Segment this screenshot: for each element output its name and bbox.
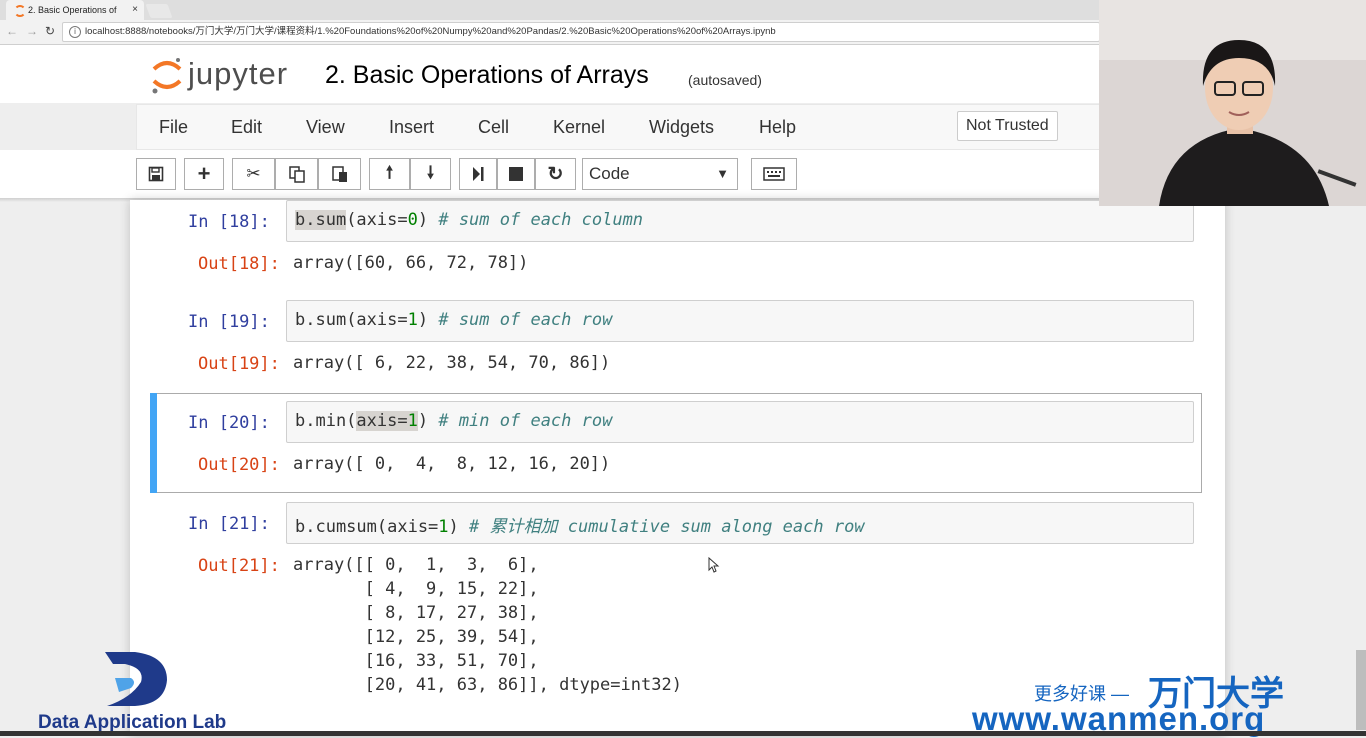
cell-type-select[interactable]: Code ▼ [582, 158, 738, 190]
paste-icon [331, 166, 347, 182]
selected-cell-indicator [150, 393, 157, 493]
code-comment: # min of each row [438, 411, 613, 431]
jupyter-logo-text: jupyter [188, 56, 289, 91]
code-text: b.sum(axis=1) # sum of each row [295, 310, 612, 330]
menubar: File Edit View Insert Cell Kernel Widget… [136, 104, 1100, 150]
code-editor[interactable]: b.min(axis=1) # min of each row [286, 401, 1194, 443]
run-button[interactable] [459, 158, 497, 190]
code-number: 0 [407, 210, 418, 230]
output-prompt: Out[21]: [198, 556, 280, 576]
presenter-video-icon [1099, 0, 1366, 206]
move-up-icon: 🠕 [385, 162, 394, 182]
new-tab-button[interactable] [145, 4, 173, 18]
code-comment: # 累计相加 cumulative sum along each row [469, 517, 865, 537]
input-prompt: In [18]: [188, 212, 270, 232]
reload-icon[interactable]: ↻ [45, 24, 55, 38]
stop-icon [509, 167, 523, 181]
output-prompt: Out[19]: [198, 354, 280, 374]
data-application-lab-logo-icon [105, 652, 167, 706]
code-token: ) [417, 411, 439, 431]
interrupt-button[interactable] [497, 158, 535, 190]
mouse-cursor-icon [708, 557, 720, 573]
url-text: localhost:8888/notebooks/万门大学/万门大学/课程资料/… [85, 26, 776, 37]
move-down-icon: 🠗 [426, 162, 435, 182]
chevron-down-icon: ▼ [716, 166, 729, 181]
copy-icon [288, 166, 305, 183]
jupyter-favicon-icon [14, 5, 26, 17]
cut-button[interactable]: ✂ [232, 158, 275, 190]
menu-file[interactable]: File [159, 117, 188, 138]
cell-output: array([[ 0, 1, 3, 6], [ 4, 9, 15, 22], [… [293, 555, 682, 695]
autosave-status: (autosaved) [688, 72, 762, 88]
tab-title: 2. Basic Operations of [28, 5, 117, 15]
code-editor[interactable]: b.sum(axis=1) # sum of each row [286, 300, 1194, 342]
info-icon[interactable]: i [69, 26, 81, 38]
output-prompt: Out[18]: [198, 254, 280, 274]
code-token: ) [417, 310, 439, 330]
keyboard-icon [763, 167, 785, 181]
code-number: 1 [438, 517, 449, 537]
jupyter-logo-icon[interactable] [150, 55, 184, 95]
restart-icon: ↻ [547, 163, 564, 185]
run-icon [473, 167, 484, 181]
code-token: b.sum [295, 310, 347, 330]
menu-view[interactable]: View [306, 117, 345, 138]
trust-button[interactable]: Not Trusted [957, 111, 1058, 141]
move-up-button[interactable]: 🠕 [369, 158, 410, 190]
bottom-strip [0, 731, 1366, 736]
browser-tab[interactable]: 2. Basic Operations of × [6, 0, 144, 20]
code-text: b.cumsum(axis=1) # 累计相加 cumulative sum a… [295, 512, 865, 537]
tab-close-icon[interactable]: × [132, 0, 138, 20]
code-comment: # sum of each row [438, 310, 613, 330]
code-token: (axis= [346, 210, 408, 230]
page-scrollbar[interactable] [1356, 650, 1366, 730]
cell-output: array([60, 66, 72, 78]) [293, 253, 529, 273]
webcam-overlay [1099, 0, 1366, 206]
restart-button[interactable]: ↻ [535, 158, 576, 190]
code-token: ) [448, 517, 470, 537]
notebook-container: In [18]: b.sum(axis=0) # sum of each col… [130, 200, 1225, 736]
input-prompt: In [21]: [188, 514, 270, 534]
notebook-title[interactable]: 2. Basic Operations of Arrays [325, 61, 649, 90]
code-token: b.sum [295, 210, 347, 230]
code-number: 1 [407, 411, 418, 431]
code-number: 1 [407, 310, 418, 330]
command-palette-button[interactable] [751, 158, 797, 190]
menu-edit[interactable]: Edit [231, 117, 262, 138]
code-text: b.min(axis=1) # min of each row [295, 411, 612, 431]
save-button[interactable] [136, 158, 176, 190]
cell-output: array([ 0, 4, 8, 12, 16, 20]) [293, 454, 611, 474]
forward-icon[interactable]: → [26, 24, 38, 38]
code-token: (axis= [346, 310, 408, 330]
code-comment: # sum of each column [438, 210, 644, 230]
cell-output: array([ 6, 22, 38, 54, 70, 86]) [293, 353, 611, 373]
input-prompt: In [19]: [188, 312, 270, 332]
move-down-button[interactable]: 🠗 [410, 158, 451, 190]
cut-icon: ✂ [246, 164, 261, 183]
code-editor[interactable]: b.sum(axis=0) # sum of each column [286, 200, 1194, 242]
add-icon: + [197, 161, 211, 186]
menu-kernel[interactable]: Kernel [553, 117, 605, 138]
url-input[interactable]: i localhost:8888/notebooks/万门大学/万门大学/课程资料… [62, 22, 1100, 42]
insert-cell-button[interactable]: + [184, 158, 224, 190]
code-token: b.min( [295, 411, 357, 431]
output-prompt: Out[20]: [198, 455, 280, 475]
paste-button[interactable] [318, 158, 361, 190]
code-token: b.cumsum(axis= [295, 517, 439, 537]
menu-insert[interactable]: Insert [389, 117, 434, 138]
code-token: axis= [356, 411, 408, 431]
menu-cell[interactable]: Cell [478, 117, 509, 138]
code-editor[interactable]: b.cumsum(axis=1) # 累计相加 cumulative sum a… [286, 502, 1194, 544]
code-token: ) [417, 210, 439, 230]
menu-widgets[interactable]: Widgets [649, 117, 714, 138]
copy-button[interactable] [275, 158, 318, 190]
code-text: b.sum(axis=0) # sum of each column [295, 210, 643, 230]
cell-type-value: Code [589, 164, 630, 183]
menu-help[interactable]: Help [759, 117, 796, 138]
save-icon [148, 166, 164, 182]
input-prompt: In [20]: [188, 413, 270, 433]
back-icon[interactable]: ← [6, 24, 18, 38]
